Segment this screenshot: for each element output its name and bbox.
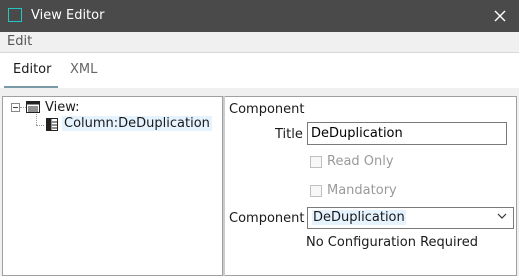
component-label: Component [229,211,305,226]
tab-editor[interactable]: Editor [13,62,51,77]
tree-item-column[interactable]: Column:DeDuplication [62,116,212,131]
column-icon [46,118,58,131]
chevron-down-icon [497,213,507,219]
component-select[interactable]: DeDuplication [307,207,514,229]
window-title: View Editor [31,8,105,23]
config-note: No Configuration Required [306,235,478,250]
component-selected-value: DeDuplication [312,210,406,225]
tree-line [36,114,37,125]
menu-bar: Edit [0,32,519,52]
close-icon [494,10,506,22]
title-input[interactable] [307,122,507,145]
close-button[interactable] [489,5,511,27]
view-tree[interactable]: View: Column:DeDuplication [2,96,223,276]
mandatory-label: Mandatory [327,183,397,198]
read-only-label: Read Only [327,154,394,169]
title-label: Title [275,127,303,142]
title-bar[interactable]: View Editor [0,0,519,32]
tree-collapse-icon[interactable] [11,103,20,112]
read-only-checkbox[interactable] [310,156,322,168]
tree-line [36,125,44,126]
tab-strip: Editor XML [0,52,519,89]
menu-edit[interactable]: Edit [7,34,32,49]
app-icon [8,8,22,22]
view-icon [26,101,40,113]
editor-content: View: Column:DeDuplication Component Tit… [0,88,519,276]
tab-xml[interactable]: XML [70,62,97,77]
tree-item-view[interactable]: View: [45,100,80,115]
properties-panel: Component Title Read Only Mandatory Comp… [225,96,517,276]
mandatory-checkbox[interactable] [310,185,322,197]
section-heading: Component [229,102,305,117]
